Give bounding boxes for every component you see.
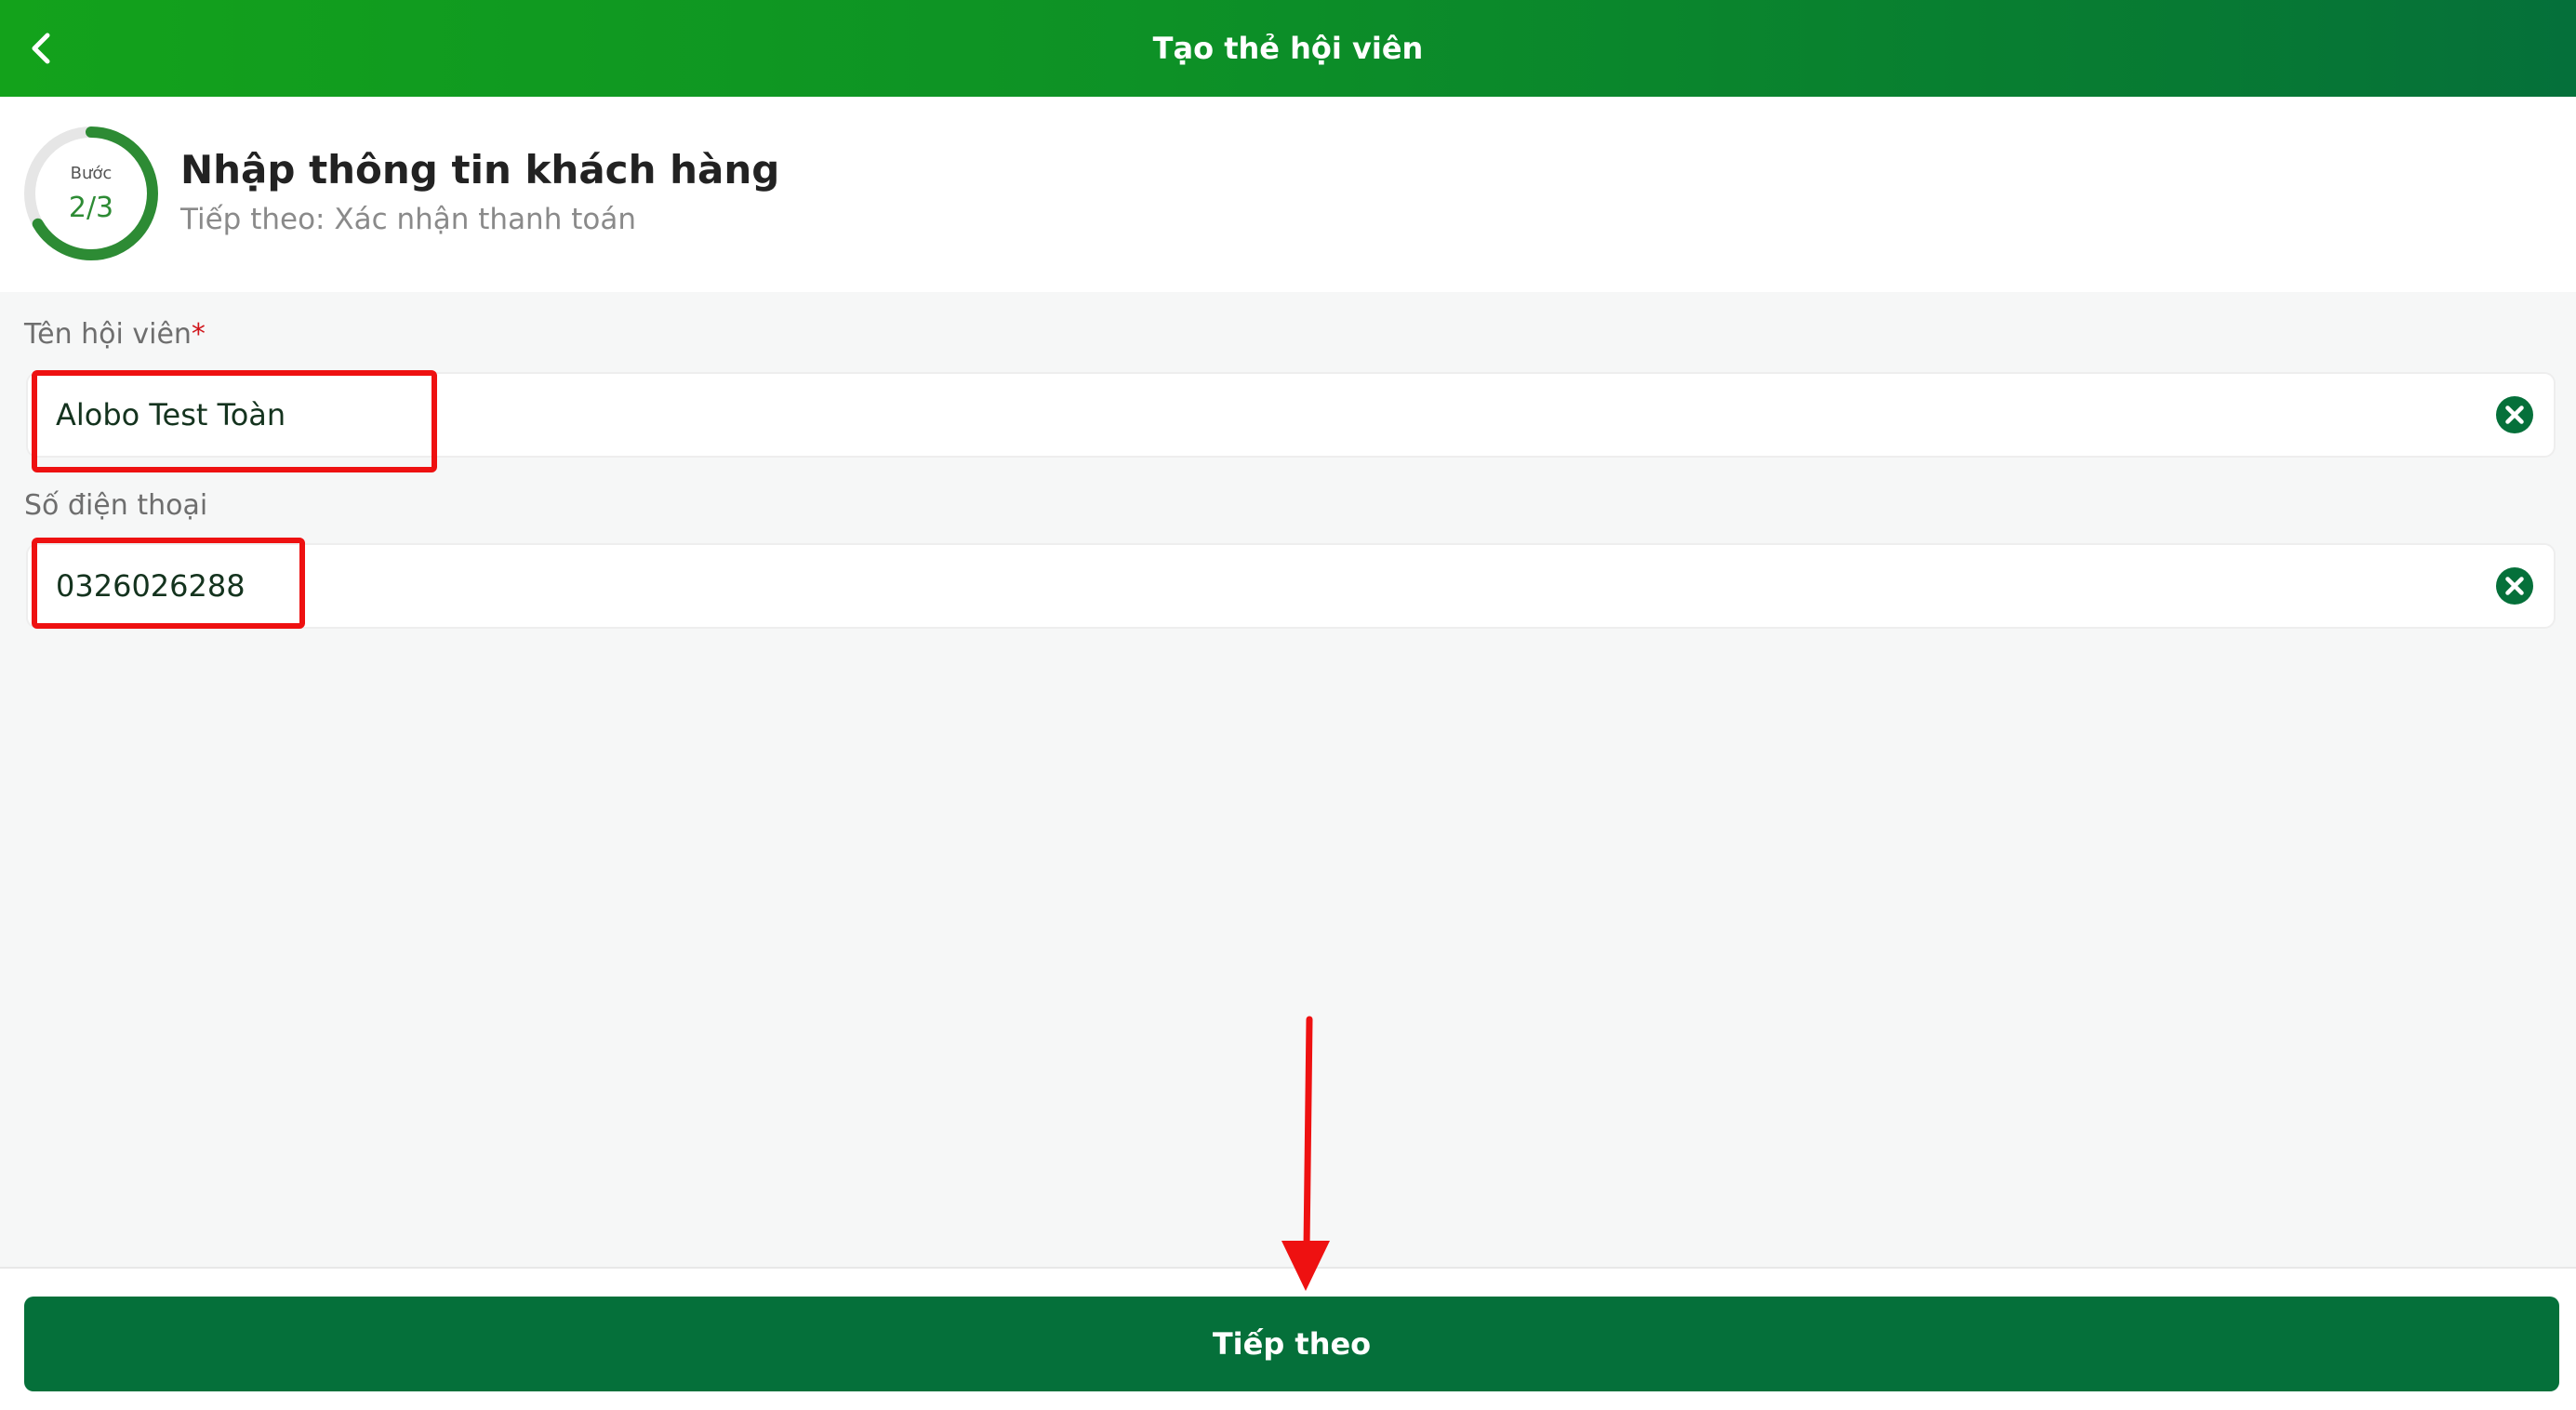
next-button[interactable]: Tiếp theo	[24, 1297, 2559, 1391]
step-progress-ring: Bước 2/3	[22, 125, 160, 262]
step-count: 2/3	[68, 192, 114, 224]
step-header: Bước 2/3 Nhập thông tin khách hàng Tiếp …	[0, 97, 2576, 292]
top-bar: Tạo thẻ hội viên	[0, 0, 2576, 97]
name-field-label: Tên hội viên*	[24, 318, 206, 351]
name-label-text: Tên hội viên	[24, 318, 192, 351]
step-title: Nhập thông tin khách hàng	[180, 147, 780, 193]
page-title: Tạo thẻ hội viên	[1152, 31, 1424, 66]
clear-circle-icon[interactable]	[2494, 394, 2535, 435]
phone-field[interactable]	[26, 543, 2556, 629]
annotation-arrow-icon	[1281, 1016, 1330, 1291]
clear-circle-icon[interactable]	[2494, 565, 2535, 606]
required-mark: *	[191, 318, 206, 351]
step-subtitle: Tiếp theo: Xác nhận thanh toán	[180, 203, 636, 236]
phone-input[interactable]	[56, 545, 2437, 627]
step-word: Bước	[70, 164, 113, 183]
phone-field-label: Số điện thoại	[24, 489, 208, 522]
annotation-box-name	[32, 370, 437, 472]
annotation-box-phone	[32, 538, 305, 629]
